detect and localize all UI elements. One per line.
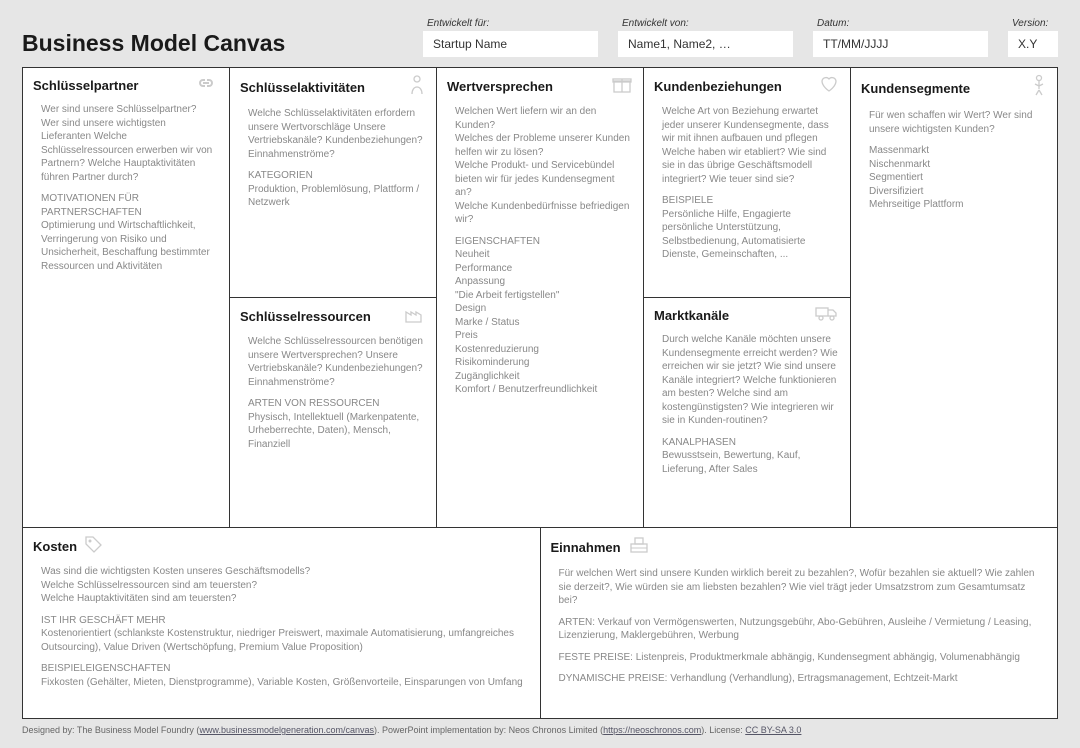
channels-q: Durch welche Kanäle möchten unsere Kunde…: [662, 333, 838, 428]
heart-icon: [818, 74, 840, 99]
meta-version-input[interactable]: [1008, 31, 1058, 57]
value-sub: EIGENSCHAFTEN Neuheit Performance Anpass…: [455, 235, 631, 397]
meta-by: Entwickelt von:: [618, 18, 793, 57]
header: Business Model Canvas Entwickelt für: En…: [22, 18, 1058, 57]
costs-sub1: IST IHR GESCHÄFT MEHR Kostenorientiert (…: [41, 614, 528, 655]
canvas-top-row: Schlüsselpartner Wer sind unsere Schlüss…: [23, 68, 1057, 528]
meta-by-input[interactable]: [618, 31, 793, 57]
revenue-title: Einnahmen: [551, 540, 621, 555]
revenue-sub3: DYNAMISCHE PREISE: Verhandlung (Verhandl…: [559, 672, 1046, 686]
footer: Designed by: The Business Model Foundry …: [22, 719, 1058, 735]
activities-sub: KATEGORIEN Produktion, Problemlösung, Pl…: [248, 169, 424, 210]
block-partners: Schlüsselpartner Wer sind unsere Schlüss…: [23, 68, 230, 527]
revenue-sub1: ARTEN: Verkauf von Vermögenswerten, Nutz…: [559, 616, 1046, 643]
meta-version: Version:: [1008, 18, 1058, 57]
person-icon: [408, 74, 426, 101]
resources-title: Schlüsselressourcen: [240, 309, 371, 324]
costs-q: Was sind die wichtigsten Kosten unseres …: [41, 565, 528, 606]
block-activities: Schlüsselaktivitäten Welche Schlüsselakt…: [230, 68, 436, 298]
meta-date: Datum:: [813, 18, 988, 57]
resources-sub: ARTEN VON RESSOURCEN Physisch, Intellekt…: [248, 397, 424, 451]
col-relationships-channels: Kundenbeziehungen Welche Art von Beziehu…: [644, 68, 851, 527]
page: Business Model Canvas Entwickelt für: En…: [0, 0, 1080, 748]
meta-date-label: Datum:: [813, 18, 988, 29]
block-value: Wertversprechen Welchen Wert liefern wir…: [437, 68, 644, 527]
cash-register-icon: [627, 534, 651, 561]
partners-sub: MOTIVATIONEN FÜR PARTNERSCHAFTEN Optimie…: [41, 192, 217, 273]
canvas: Schlüsselpartner Wer sind unsere Schlüss…: [22, 67, 1058, 719]
footer-mid: ). PowerPoint implementation by: Neos Ch…: [374, 725, 603, 735]
partners-title: Schlüsselpartner: [33, 78, 139, 93]
person-standing-icon: [1031, 74, 1047, 103]
meta-by-label: Entwickelt von:: [618, 18, 793, 29]
factory-icon: [404, 304, 426, 329]
footer-suffix: ). License:: [701, 725, 745, 735]
footer-link-2[interactable]: https://neoschronos.com: [603, 725, 701, 735]
relationships-title: Kundenbeziehungen: [654, 79, 782, 94]
channels-title: Marktkanäle: [654, 308, 729, 323]
footer-link-3[interactable]: CC BY-SA 3.0: [745, 725, 801, 735]
value-title: Wertversprechen: [447, 79, 553, 94]
revenue-sub2: FESTE PREISE: Listenpreis, Produktmerkma…: [559, 651, 1046, 665]
channels-sub: KANALPHASEN Bewusstsein, Bewertung, Kauf…: [662, 436, 838, 477]
gift-icon: [611, 74, 633, 99]
segments-sub: Massenmarkt Nischenmarkt Segmentiert Div…: [869, 144, 1045, 212]
truck-icon: [814, 304, 840, 327]
costs-sub2: BEISPIELEIGENSCHAFTEN Fixkosten (Gehälte…: [41, 662, 528, 689]
meta-for-label: Entwickelt für:: [423, 18, 598, 29]
block-revenue: Einnahmen Für welchen Wert sind unsere K…: [541, 528, 1058, 718]
footer-prefix: Designed by: The Business Model Foundry …: [22, 725, 199, 735]
relationships-q: Welche Art von Beziehung erwartet jeder …: [662, 105, 838, 186]
page-title: Business Model Canvas: [22, 30, 315, 57]
meta-date-input[interactable]: [813, 31, 988, 57]
activities-q: Welche Schlüsselaktivitäten erfordern un…: [248, 107, 424, 161]
tag-icon: [83, 534, 105, 559]
link-icon: [193, 74, 219, 97]
block-channels: Marktkanäle Durch welche Kanäle möchten …: [644, 298, 850, 527]
block-costs: Kosten Was sind die wichtigsten Kosten u…: [23, 528, 541, 718]
meta-for-input[interactable]: [423, 31, 598, 57]
costs-title: Kosten: [33, 539, 77, 554]
block-segments: Kundensegmente Für wen schaffen wir Wert…: [851, 68, 1057, 527]
segments-q: Für wen schaffen wir Wert? Wer sind unse…: [869, 109, 1045, 136]
value-q: Welchen Wert liefern wir an den Kunden? …: [455, 105, 631, 227]
meta-for: Entwickelt für:: [423, 18, 598, 57]
canvas-bottom-row: Kosten Was sind die wichtigsten Kosten u…: [23, 528, 1057, 718]
col-activities-resources: Schlüsselaktivitäten Welche Schlüsselakt…: [230, 68, 437, 527]
block-resources: Schlüsselressourcen Welche Schlüsselress…: [230, 298, 436, 527]
resources-q: Welche Schlüsselressourcen benötigen uns…: [248, 335, 424, 389]
meta-version-label: Version:: [1008, 18, 1058, 29]
segments-title: Kundensegmente: [861, 81, 970, 96]
revenue-q: Für welchen Wert sind unsere Kunden wirk…: [559, 567, 1046, 608]
activities-title: Schlüsselaktivitäten: [240, 80, 365, 95]
partners-q: Wer sind unsere Schlüsselpartner? Wer si…: [41, 103, 217, 184]
block-relationships: Kundenbeziehungen Welche Art von Beziehu…: [644, 68, 850, 298]
footer-link-1[interactable]: www.businessmodelgeneration.com/canvas: [199, 725, 374, 735]
relationships-sub: BEISPIELE Persönliche Hilfe, Engagierte …: [662, 194, 838, 262]
